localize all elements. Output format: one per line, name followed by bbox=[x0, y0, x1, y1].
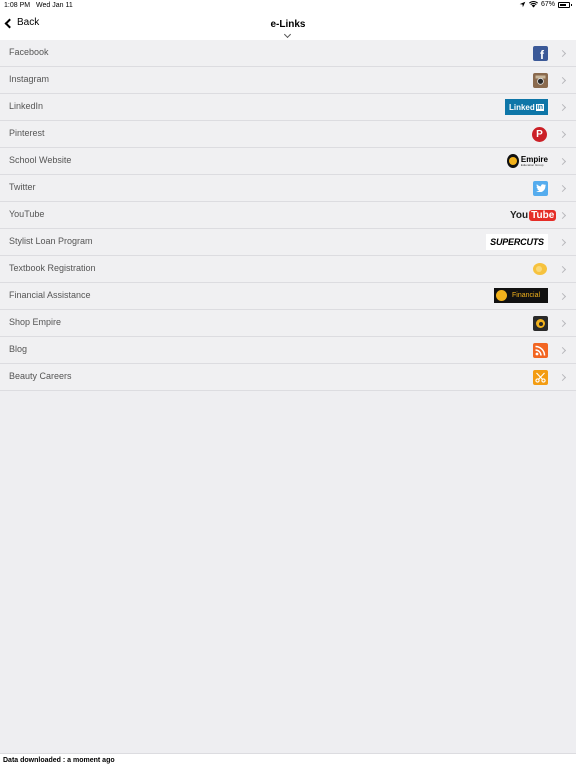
linkedin-logo: Linked in bbox=[505, 99, 548, 115]
navigation-bar: Back e-Links bbox=[0, 12, 576, 40]
list-item-twitter[interactable]: Twitter bbox=[0, 175, 576, 202]
chevron-right-icon bbox=[558, 49, 567, 58]
chevron-right-icon bbox=[558, 346, 567, 355]
blog-rss-icon bbox=[533, 342, 548, 358]
list-item-label: Blog bbox=[9, 344, 28, 354]
status-time: 1:08 PM bbox=[4, 2, 31, 9]
list-item-school-website[interactable]: School Website Empire Education Group bbox=[0, 148, 576, 175]
pinterest-icon: P bbox=[532, 126, 547, 142]
chevron-right-icon bbox=[558, 130, 567, 139]
data-downloaded-text: Data downloaded : a moment ago bbox=[3, 757, 115, 764]
links-list: Facebook f Instagram LinkedIn Linked in … bbox=[0, 40, 576, 391]
list-item-stylist-loan-program[interactable]: Stylist Loan Program SUPERCUTS bbox=[0, 229, 576, 256]
list-item-label: Textbook Registration bbox=[9, 263, 96, 273]
chevron-right-icon bbox=[558, 373, 567, 382]
list-item-label: LinkedIn bbox=[9, 101, 44, 111]
facebook-icon: f bbox=[533, 45, 548, 62]
wifi-icon bbox=[528, 1, 538, 8]
battery-icon bbox=[558, 1, 572, 8]
textbook-icon bbox=[533, 261, 547, 277]
chevron-right-icon bbox=[558, 184, 567, 193]
chevron-right-icon bbox=[558, 211, 567, 220]
scissors-icon bbox=[533, 369, 548, 385]
chevron-right-icon bbox=[558, 103, 567, 112]
list-item-linkedin[interactable]: LinkedIn Linked in bbox=[0, 94, 576, 121]
list-item-label: Facebook bbox=[9, 47, 49, 57]
chevron-right-icon bbox=[558, 76, 567, 85]
list-item-label: School Website bbox=[9, 155, 72, 165]
list-item-instagram[interactable]: Instagram bbox=[0, 67, 576, 94]
list-item-label: Instagram bbox=[9, 74, 50, 84]
instagram-icon bbox=[533, 72, 548, 88]
list-item-youtube[interactable]: YouTube You Tube bbox=[0, 202, 576, 229]
youtube-logo: You Tube bbox=[510, 209, 557, 221]
list-item-label: Pinterest bbox=[9, 128, 45, 138]
status-date: Wed Jan 11 bbox=[36, 2, 73, 9]
status-right: 67% bbox=[519, 1, 572, 8]
list-item-textbook-registration[interactable]: Textbook Registration bbox=[0, 256, 576, 283]
list-item-label: Stylist Loan Program bbox=[9, 236, 93, 246]
financial-logo: Financial bbox=[494, 288, 548, 303]
supercuts-logo: SUPERCUTS bbox=[486, 234, 548, 250]
twitter-icon bbox=[533, 180, 548, 196]
list-item-pinterest[interactable]: Pinterest P bbox=[0, 121, 576, 148]
battery-percentage: 67% bbox=[540, 1, 555, 8]
list-item-label: Beauty Careers bbox=[9, 371, 72, 381]
status-bar: 1:08 PM Wed Jan 11 67% bbox=[0, 0, 576, 12]
list-item-label: Twitter bbox=[9, 182, 36, 192]
page-title: e-Links bbox=[270, 19, 306, 30]
footer-status: Data downloaded : a moment ago bbox=[0, 753, 576, 768]
list-item-label: Financial Assistance bbox=[9, 290, 91, 300]
chevron-down-icon[interactable] bbox=[283, 30, 292, 39]
list-item-shop-empire[interactable]: Shop Empire bbox=[0, 310, 576, 337]
empire-logo: Empire Education Group bbox=[507, 153, 548, 169]
chevron-right-icon bbox=[558, 238, 567, 247]
list-item-label: Shop Empire bbox=[9, 317, 62, 327]
chevron-right-icon bbox=[558, 292, 567, 301]
list-item-facebook[interactable]: Facebook f bbox=[0, 40, 576, 67]
shop-empire-icon bbox=[533, 315, 548, 331]
list-item-label: YouTube bbox=[9, 209, 45, 219]
chevron-right-icon bbox=[558, 319, 567, 328]
list-item-beauty-careers[interactable]: Beauty Careers bbox=[0, 364, 576, 391]
chevron-right-icon bbox=[558, 157, 567, 166]
chevron-right-icon bbox=[558, 265, 567, 274]
list-item-blog[interactable]: Blog bbox=[0, 337, 576, 364]
location-icon bbox=[519, 1, 526, 8]
list-item-financial-assistance[interactable]: Financial Assistance Financial bbox=[0, 283, 576, 310]
